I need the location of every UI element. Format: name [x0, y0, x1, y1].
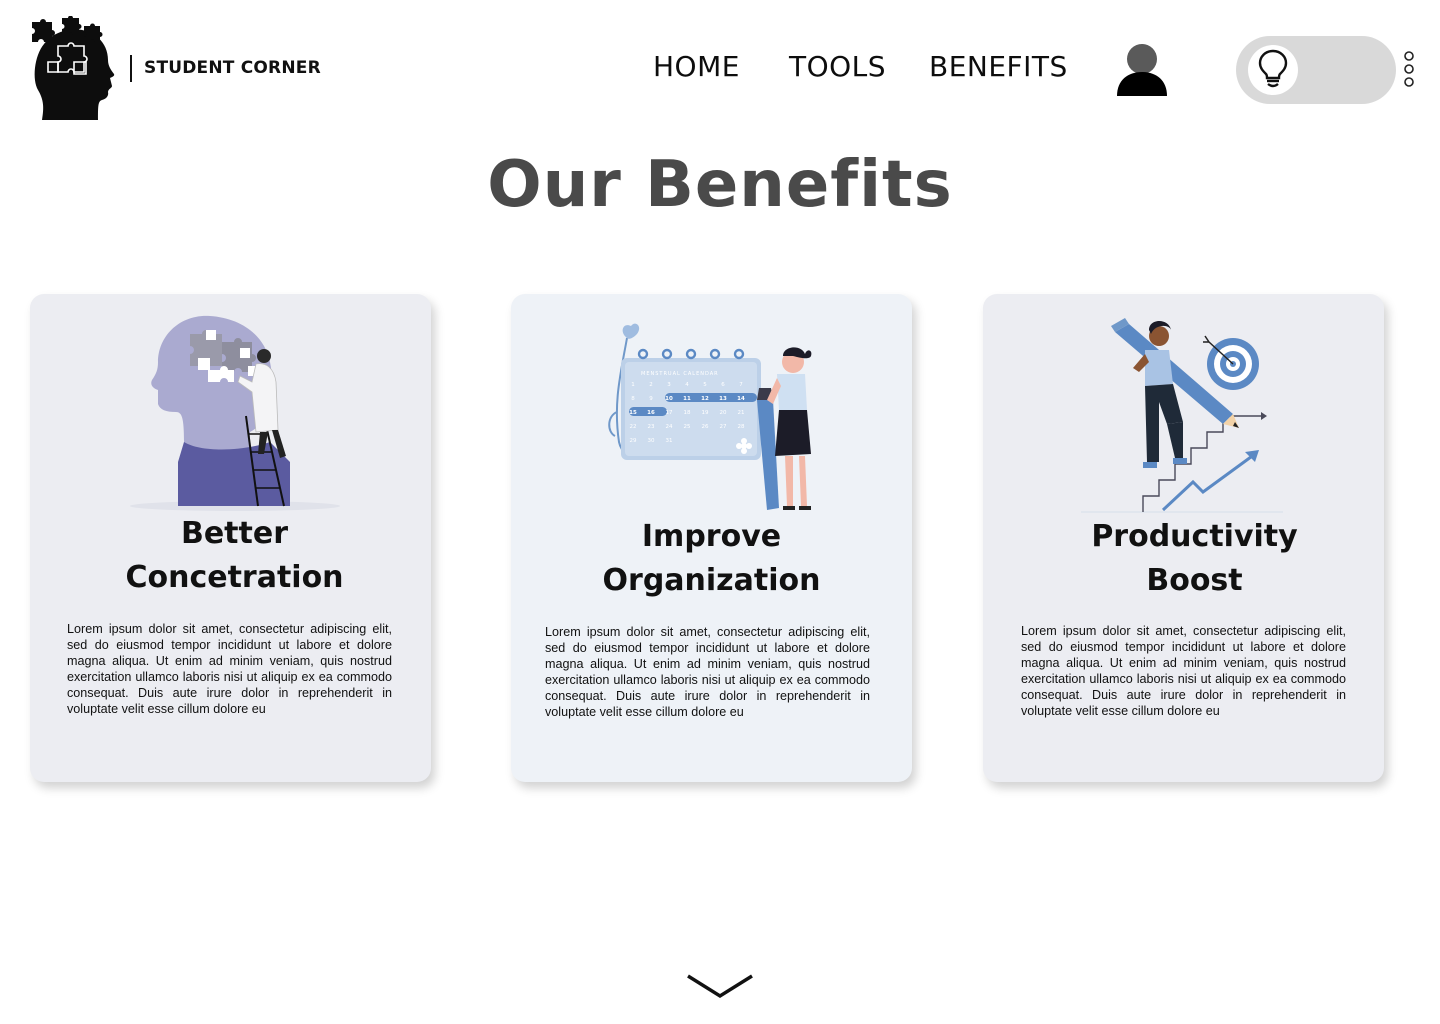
- calendar-day: 13: [719, 396, 727, 402]
- calendar-day: 26: [702, 424, 709, 430]
- calendar-day: 3: [667, 382, 671, 388]
- card-description: Lorem ipsum dolor sit amet, consectetur …: [1021, 624, 1346, 718]
- toggle-knob: [1248, 45, 1298, 95]
- card-title-line1: Better: [180, 516, 289, 551]
- card-title-line2: Boost: [1146, 563, 1243, 598]
- calendar-day: 10: [665, 396, 673, 402]
- calendar-day: 16: [647, 410, 655, 416]
- lightbulb-icon: [1257, 48, 1289, 93]
- site-header: STUDENT CORNER HOME TOOLS BENEFITS: [0, 0, 1440, 140]
- calendar-day: 21: [738, 410, 745, 416]
- card-title-line2: Concetration: [125, 560, 344, 595]
- vertical-dots-icon[interactable]: [1402, 50, 1416, 90]
- card-title-line1: Improve: [641, 519, 782, 554]
- calendar-day: 19: [702, 410, 709, 416]
- nav-tools-link[interactable]: TOOLS: [789, 50, 886, 83]
- calendar-illustration: MENSTRUAL CALENDAR 1 2 3 4 5 6 7 8 9 10 11 12 13 14 15…: [561, 312, 861, 517]
- calendar-day: 27: [720, 424, 727, 430]
- calendar-day: 30: [648, 438, 655, 444]
- benefit-card-organization[interactable]: MENSTRUAL CALENDAR 1 2 3 4 5 6 7 8 9 10 11 12 13 14 15…: [511, 294, 912, 782]
- calendar-day: 4: [685, 382, 689, 388]
- calendar-day: 20: [720, 410, 727, 416]
- calendar-day: 9: [649, 396, 653, 402]
- target-stairs-illustration: [1033, 312, 1333, 517]
- page-title: Our Benefits: [487, 148, 953, 222]
- calendar-day: 24: [666, 424, 673, 430]
- theme-toggle[interactable]: [1236, 36, 1396, 104]
- calendar-day: 22: [630, 424, 637, 430]
- user-icon[interactable]: [1114, 42, 1170, 98]
- card-description: Lorem ipsum dolor sit amet, consectetur …: [67, 622, 392, 716]
- calendar-day: 8: [631, 396, 635, 402]
- benefit-card-productivity[interactable]: Productivity Boost Lorem ipsum dolor sit…: [983, 294, 1384, 782]
- calendar-header: MENSTRUAL CALENDAR: [641, 371, 719, 377]
- calendar-day: 25: [684, 424, 691, 430]
- calendar-day: 23: [648, 424, 655, 430]
- brand-name[interactable]: STUDENT CORNER: [144, 58, 321, 78]
- logo-divider: [130, 55, 132, 82]
- chevron-down-icon[interactable]: [686, 970, 754, 1000]
- calendar-day: 28: [738, 424, 745, 430]
- calendar-day: 31: [666, 438, 673, 444]
- calendar-day: 5: [703, 382, 707, 388]
- calendar-day: 15: [629, 410, 637, 416]
- card-title-line1: Productivity: [1091, 519, 1298, 554]
- calendar-day: 7: [739, 382, 743, 388]
- card-title: Productivity Boost: [983, 515, 1384, 603]
- nav-home-link[interactable]: HOME: [653, 50, 740, 83]
- calendar-day: 17: [666, 410, 673, 416]
- puzzle-head-icon[interactable]: [28, 15, 116, 122]
- benefit-card-concentration[interactable]: Better Concetration Lorem ipsum dolor si…: [30, 294, 431, 782]
- card-title-line2: Organization: [602, 563, 821, 598]
- card-description: Lorem ipsum dolor sit amet, consectetur …: [545, 625, 870, 719]
- calendar-day: 1: [631, 382, 635, 388]
- card-title: Improve Organization: [511, 515, 912, 603]
- card-title: Better Concetration: [30, 512, 431, 600]
- calendar-day: 2: [649, 382, 653, 388]
- calendar-day: 18: [684, 410, 691, 416]
- calendar-day: 12: [701, 396, 709, 402]
- calendar-day: 6: [721, 382, 725, 388]
- calendar-day: 11: [683, 396, 691, 402]
- puzzle-head-illustration: [80, 312, 380, 517]
- calendar-day: 14: [737, 396, 745, 402]
- nav-benefits-link[interactable]: BENEFITS: [929, 50, 1068, 83]
- calendar-day: 29: [630, 438, 637, 444]
